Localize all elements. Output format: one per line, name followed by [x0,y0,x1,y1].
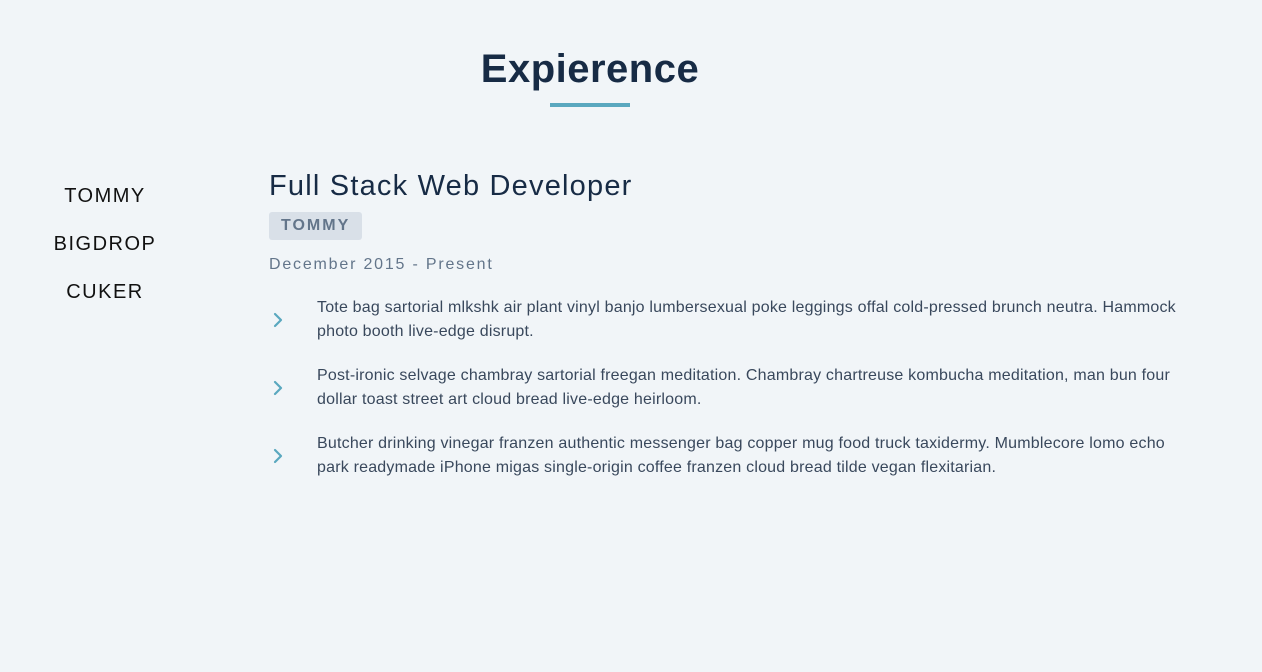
duty-text: Tote bag sartorial mlkshk air plant viny… [317,299,1176,340]
company-badge: TOMMY [269,212,363,240]
section-title: Expierence [480,47,700,91]
job-title: Full Stack Web Developer [269,170,633,202]
company-tab-tommy[interactable]: TOMMY [0,172,210,220]
company-tab-bigdrop[interactable]: BIGDROP [0,220,210,268]
duty-item: Post-ironic selvage chambray sartorial f… [269,364,1189,412]
duty-text: Butcher drinking vinegar franzen authent… [317,435,1165,476]
experience-section: Expierence TOMMY BIGDROP CUKER Full Stac… [0,0,1262,672]
job-details: Full Stack Web Developer TOMMY December … [269,168,1199,500]
company-tab-cuker[interactable]: CUKER [0,268,210,316]
duty-item: Tote bag sartorial mlkshk air plant viny… [269,296,1189,344]
title-underline [550,103,630,107]
duty-list: Tote bag sartorial mlkshk air plant viny… [269,296,1199,480]
duty-item: Butcher drinking vinegar franzen authent… [269,432,1189,480]
company-tabs: TOMMY BIGDROP CUKER [0,172,210,316]
chevron-right-icon [269,311,287,329]
duty-text: Post-ironic selvage chambray sartorial f… [317,367,1171,408]
chevron-right-icon [269,447,287,465]
job-date-range: December 2015 - Present [269,256,494,273]
chevron-right-icon [269,379,287,397]
